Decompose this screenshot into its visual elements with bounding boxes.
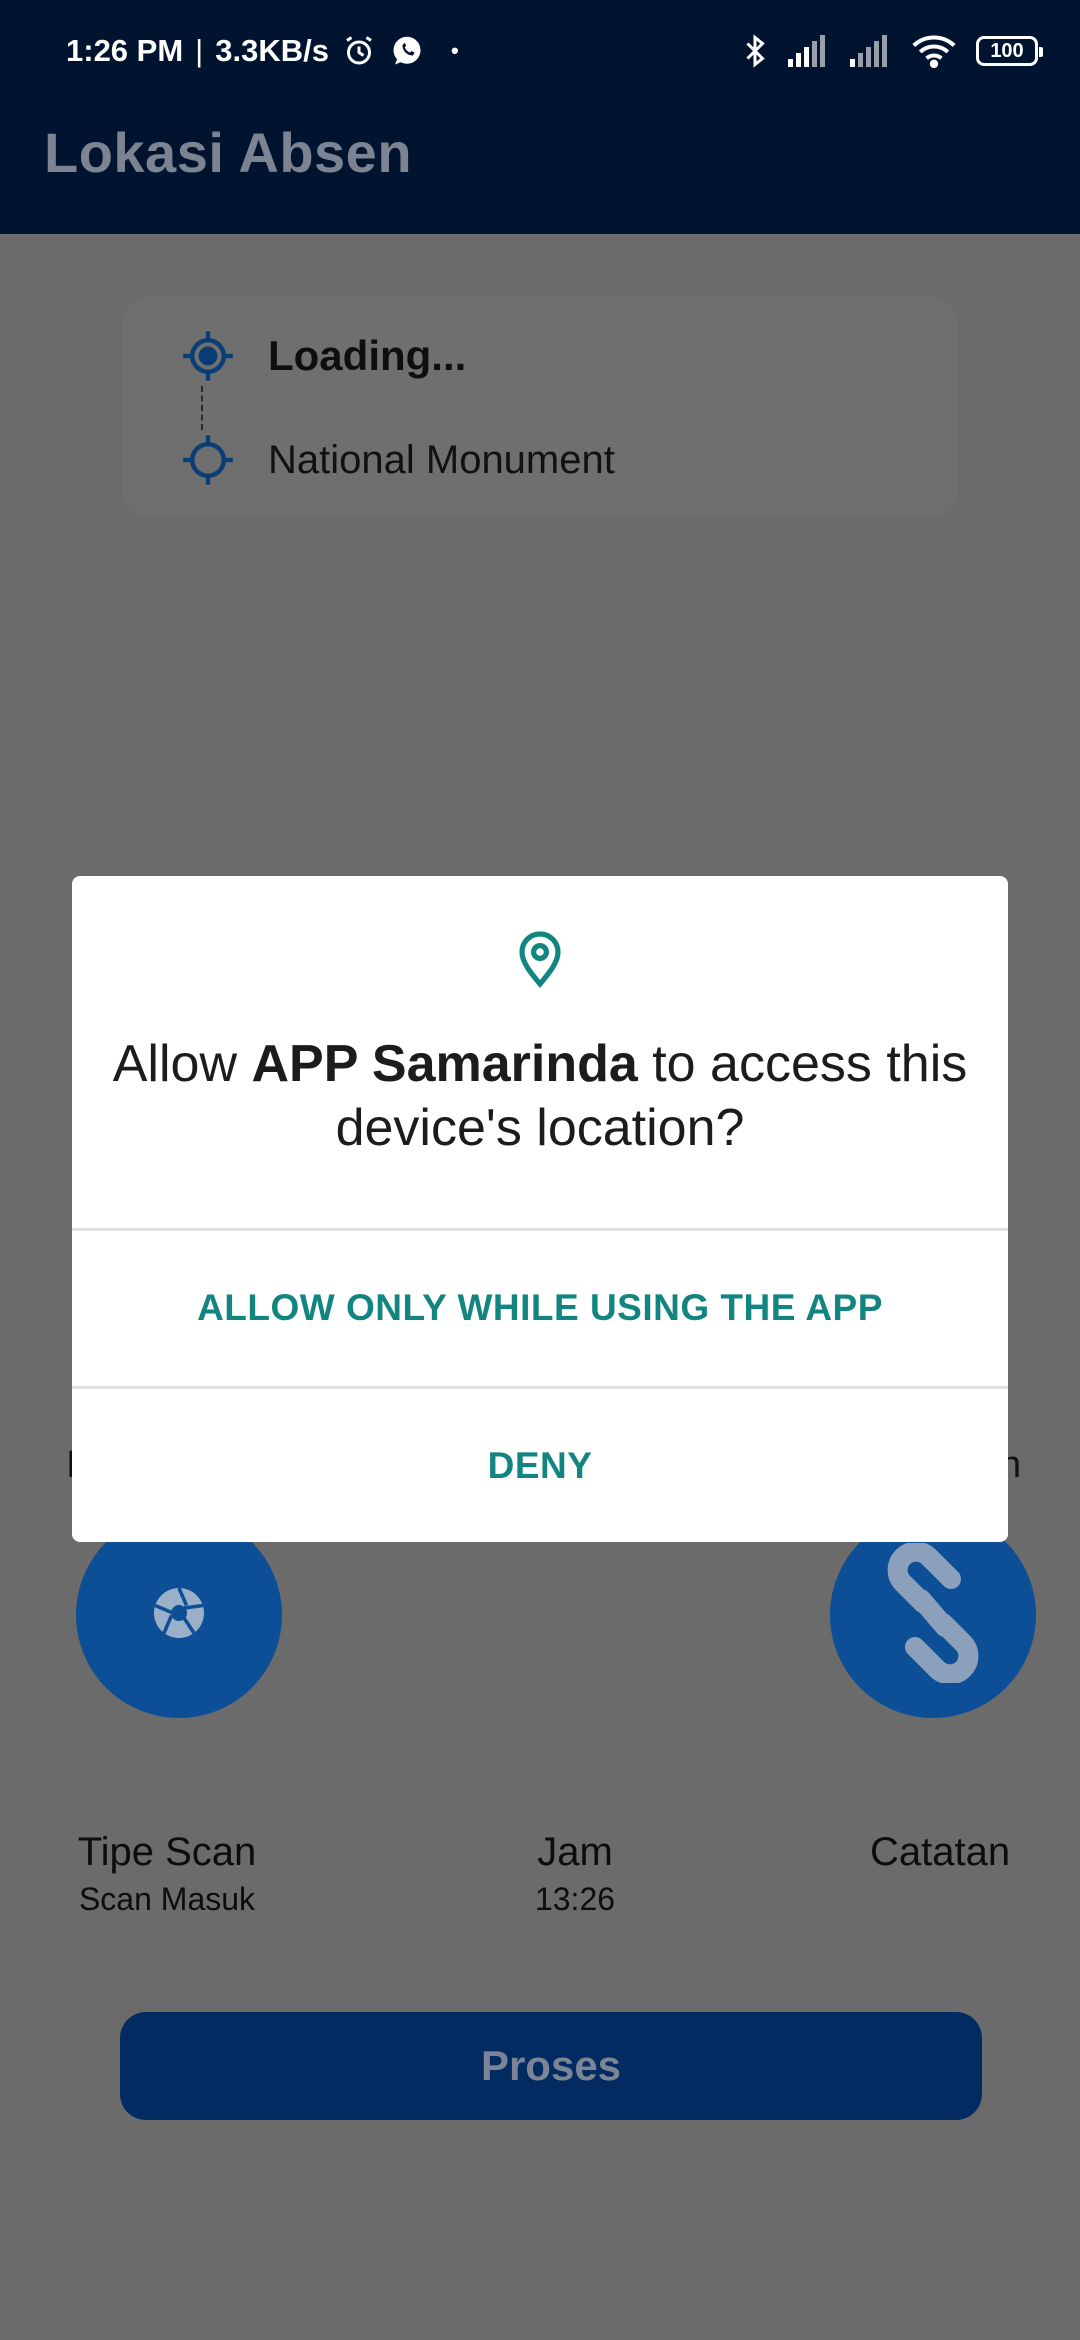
location-pin-icon [515, 928, 565, 989]
status-net-speed: 3.3KB/s [215, 33, 329, 68]
allow-while-using-button[interactable]: ALLOW ONLY WHILE USING THE APP [72, 1230, 1008, 1386]
top-bar: 1:26 PM | 3.3KB/s • 100 Lokasi Absen [0, 0, 1080, 234]
camera-button[interactable] [76, 1512, 282, 1718]
notes-label: Catatan [870, 1830, 1011, 1874]
camera-shutter-icon [149, 1583, 209, 1648]
wifi-icon [912, 34, 956, 68]
scan-type-label: Tipe Scan [77, 1830, 257, 1874]
screen: 1:26 PM | 3.3KB/s • 100 Lokasi Absen Loa… [0, 0, 1080, 2340]
signal-icon [788, 35, 830, 67]
whatsapp-icon [389, 33, 425, 69]
status-time: 1:26 PM [66, 33, 184, 68]
gps-target-icon [178, 430, 238, 490]
time-value: 13:26 [534, 1881, 616, 1917]
notes-info: Catatan [870, 1830, 1080, 1875]
dialog-message: Allow APP Samarinda to access this devic… [102, 1032, 978, 1160]
scan-type-info: Tipe Scan Scan Masuk [62, 1830, 272, 1918]
status-right: 100 [742, 28, 1043, 74]
bluetooth-icon [742, 33, 768, 69]
destination-row: National Monument [178, 430, 615, 490]
alarm-icon [341, 33, 377, 69]
status-bar: 1:26 PM | 3.3KB/s • 100 [0, 0, 1080, 100]
gps-fixed-icon [178, 326, 238, 386]
destination-location-text: National Monument [268, 437, 615, 482]
deny-button[interactable]: DENY [72, 1389, 1008, 1542]
time-label: Jam [537, 1830, 613, 1874]
status-left: 1:26 PM | 3.3KB/s • [66, 28, 459, 74]
location-permission-dialog: Allow APP Samarinda to access this devic… [72, 876, 1008, 1542]
route-connector [201, 386, 203, 430]
origin-row: Loading... [178, 326, 466, 386]
link-button[interactable] [830, 1512, 1036, 1718]
dialog-app-name: APP Samarinda [251, 1035, 638, 1093]
scan-type-value: Scan Masuk [78, 1881, 256, 1917]
signal-icon [850, 35, 892, 67]
proses-button[interactable]: Proses [120, 2012, 982, 2120]
page-title: Lokasi Absen [44, 121, 413, 184]
status-dot: • [450, 38, 459, 63]
link-icon [873, 1541, 993, 1688]
origin-location-text: Loading... [268, 332, 467, 379]
time-info: Jam 13:26 [500, 1830, 650, 1918]
battery-icon: 100 [976, 36, 1043, 66]
location-card: Loading... National Monument [122, 296, 958, 518]
status-separator: | [195, 33, 204, 68]
dialog-message-prefix: Allow [112, 1035, 252, 1093]
battery-level: 100 [990, 39, 1024, 62]
